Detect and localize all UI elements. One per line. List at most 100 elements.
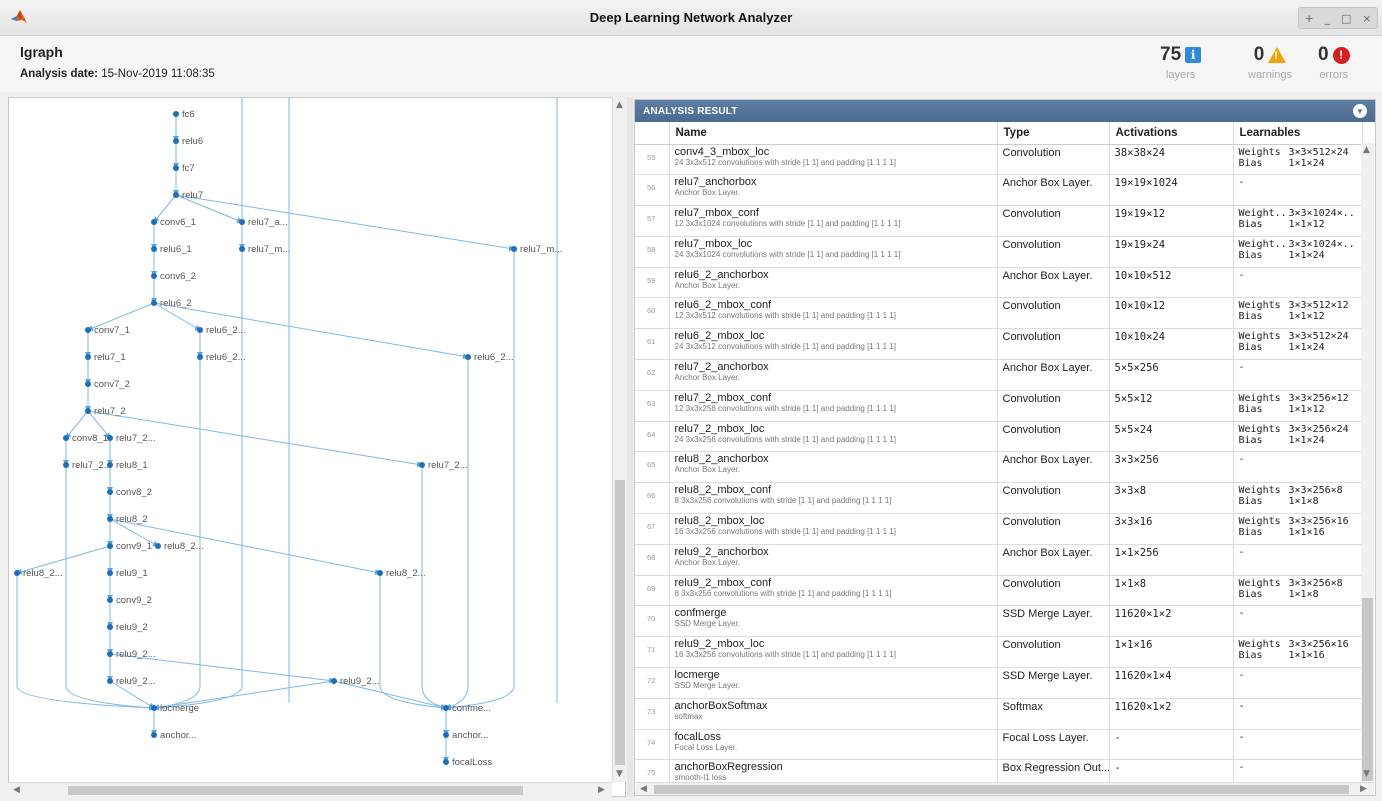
- table-row[interactable]: 58 relu7_mbox_loc 24 3x3x1024 convolution…: [635, 236, 1363, 268]
- graph-node-dot[interactable]: [107, 489, 113, 495]
- table-scroll-up-icon[interactable]: ▲: [1363, 145, 1370, 155]
- graph-node-anchor2[interactable]: anchor...: [443, 730, 488, 741]
- graph-node-conv9-1[interactable]: conv9_1: [107, 541, 152, 552]
- graph-node-dot[interactable]: [107, 678, 113, 684]
- graph-node-dot[interactable]: [173, 192, 179, 198]
- graph-node-dot[interactable]: [107, 435, 113, 441]
- column-header-activations[interactable]: Activations: [1109, 122, 1234, 145]
- graph-node-dot[interactable]: [239, 246, 245, 252]
- graph-node-dot[interactable]: [107, 543, 113, 549]
- window-pin-button[interactable]: +: [1304, 12, 1313, 25]
- table-row[interactable]: 56 relu7_anchorbox Anchor Box Layer. Anch…: [635, 174, 1363, 207]
- graph-node-anchor[interactable]: anchor...: [151, 730, 196, 741]
- graph-vertical-scrollbar[interactable]: ▲ ▼: [612, 97, 626, 782]
- graph-node-conv7-1[interactable]: conv7_1: [85, 325, 130, 336]
- graph-node-dot[interactable]: [63, 462, 69, 468]
- graph-node-dot[interactable]: [85, 381, 91, 387]
- graph-node-dot[interactable]: [155, 543, 161, 549]
- graph-node-dot[interactable]: [151, 246, 157, 252]
- graph-node-confme[interactable]: confme...: [443, 703, 491, 714]
- graph-node-conv9-2[interactable]: conv9_2: [107, 595, 152, 606]
- graph-node-focalLoss[interactable]: focalLoss: [443, 757, 492, 768]
- graph-node-dot[interactable]: [107, 570, 113, 576]
- graph-node-relu9-2[interactable]: relu9_2: [107, 622, 148, 633]
- table-row[interactable]: 68 relu9_2_anchorbox Anchor Box Layer. An…: [635, 544, 1363, 576]
- column-header-index[interactable]: [635, 122, 670, 145]
- column-header-type[interactable]: Type: [997, 122, 1110, 145]
- graph-vscroll-thumb[interactable]: [615, 480, 625, 765]
- scroll-up-icon[interactable]: ▲: [616, 100, 623, 110]
- graph-node-dot[interactable]: [85, 354, 91, 360]
- graph-node-dot[interactable]: [197, 354, 203, 360]
- graph-node-dot[interactable]: [377, 570, 383, 576]
- graph-node-dot[interactable]: [239, 219, 245, 225]
- table-row[interactable]: 65 relu8_2_anchorbox Anchor Box Layer. An…: [635, 451, 1363, 484]
- table-scroll-right-icon[interactable]: ▶: [1360, 784, 1367, 794]
- graph-node-relu6-2c[interactable]: relu6_2...: [465, 352, 514, 363]
- graph-node-dot[interactable]: [107, 651, 113, 657]
- graph-node-dot[interactable]: [197, 327, 203, 333]
- scroll-right-icon[interactable]: ▶: [598, 785, 605, 795]
- scroll-left-icon[interactable]: ◀: [13, 785, 20, 795]
- graph-node-dot[interactable]: [419, 462, 425, 468]
- graph-node-dot[interactable]: [331, 678, 337, 684]
- graph-node-dot[interactable]: [14, 570, 20, 576]
- graph-node-dot[interactable]: [151, 300, 157, 306]
- graph-node-relu7-a[interactable]: relu7_a...: [239, 217, 288, 228]
- graph-node-locmerge[interactable]: locmerge: [151, 703, 199, 714]
- table-row[interactable]: 66 relu8_2_mbox_conf 8 3x3x256 convolutio…: [635, 482, 1363, 515]
- graph-node-conv7-2[interactable]: conv7_2: [85, 379, 130, 390]
- table-row[interactable]: 59 relu6_2_anchorbox Anchor Box Layer. An…: [635, 267, 1363, 299]
- table-hscroll-thumb[interactable]: [654, 785, 1349, 794]
- graph-node-dot[interactable]: [173, 165, 179, 171]
- table-row[interactable]: 61 relu6_2_mbox_loc 24 3x3x512 convolutio…: [635, 328, 1363, 361]
- graph-node-conv6-2[interactable]: conv6_2: [151, 271, 196, 282]
- scroll-down-icon[interactable]: ▼: [616, 769, 623, 779]
- graph-node-relu8-2a[interactable]: relu8_2...: [155, 541, 204, 552]
- pane-splitter[interactable]: [627, 97, 633, 797]
- table-horizontal-scrollbar[interactable]: ◀ ▶: [636, 782, 1374, 795]
- window-minimize-button[interactable]: _: [1325, 12, 1331, 25]
- column-header-name[interactable]: Name: [669, 122, 998, 145]
- table-row[interactable]: 74 focalLoss Focal Loss Layer. Focal Loss…: [635, 729, 1363, 761]
- graph-node-relu8-1[interactable]: relu8_1: [107, 460, 148, 471]
- table-scroll-left-icon[interactable]: ◀: [640, 784, 647, 794]
- table-vscroll-thumb[interactable]: [1362, 598, 1373, 781]
- window-maximize-button[interactable]: □: [1341, 12, 1351, 25]
- network-graph-pane[interactable]: fc6 relu6 fc7 relu7 conv6_1 relu7_a... relu6_1…: [8, 97, 626, 797]
- graph-node-dot[interactable]: [443, 759, 449, 765]
- graph-horizontal-scrollbar[interactable]: ◀ ▶: [8, 782, 612, 797]
- graph-node-relu8-2c[interactable]: relu8_2...: [377, 568, 426, 579]
- graph-node-dot[interactable]: [173, 111, 179, 117]
- graph-node-relu7-2c[interactable]: relu7_2...: [419, 460, 468, 471]
- network-graph[interactable]: fc6 relu6 fc7 relu7 conv6_1 relu7_a... relu6_1…: [9, 98, 613, 784]
- table-row[interactable]: 62 relu7_2_anchorbox Anchor Box Layer. An…: [635, 359, 1363, 391]
- graph-node-dot[interactable]: [107, 624, 113, 630]
- graph-node-dot[interactable]: [107, 597, 113, 603]
- graph-node-relu7-2a[interactable]: relu7_2...: [107, 433, 156, 444]
- graph-node-dot[interactable]: [443, 705, 449, 711]
- graph-node-dot[interactable]: [107, 516, 113, 522]
- table-row[interactable]: 60 relu6_2_mbox_conf 12 3x3x512 convoluti…: [635, 297, 1363, 330]
- graph-node-dot[interactable]: [63, 435, 69, 441]
- graph-node-dot[interactable]: [151, 219, 157, 225]
- table-row[interactable]: 69 relu9_2_mbox_conf 8 3x3x256 convolutio…: [635, 575, 1363, 607]
- table-row[interactable]: 70 confmerge SSD Merge Layer. SSD Merge L…: [635, 605, 1363, 638]
- graph-node-relu8-2b[interactable]: relu8_2...: [14, 568, 63, 579]
- window-close-button[interactable]: ×: [1362, 12, 1371, 25]
- graph-node-relu7-m2[interactable]: relu7_m...: [511, 244, 562, 255]
- graph-node-relu9-2c[interactable]: relu9_2...: [331, 676, 380, 687]
- table-row[interactable]: 71 relu9_2_mbox_loc 16 3x3x256 convolutio…: [635, 636, 1363, 669]
- graph-node-relu6-2a[interactable]: relu6_2...: [197, 325, 246, 336]
- graph-node-conv8-2[interactable]: conv8_2: [107, 487, 152, 498]
- graph-node-relu7[interactable]: relu7: [173, 190, 203, 201]
- table-row[interactable]: 63 relu7_2_mbox_conf 12 3x3x256 convoluti…: [635, 390, 1363, 422]
- graph-node-relu9-1[interactable]: relu9_1: [107, 568, 148, 579]
- column-header-learnables[interactable]: Learnables: [1233, 122, 1363, 145]
- collapse-chevron-icon[interactable]: ▾: [1353, 104, 1367, 118]
- graph-node-relu7-2b[interactable]: relu7_2...: [63, 460, 112, 471]
- graph-node-relu9-2b[interactable]: relu9_2...: [107, 676, 156, 687]
- graph-node-conv6-1[interactable]: conv6_1: [151, 217, 196, 228]
- table-row[interactable]: 57 relu7_mbox_conf 12 3x3x1024 convolutio…: [635, 205, 1363, 237]
- graph-node-conv8-1[interactable]: conv8_1: [63, 433, 108, 444]
